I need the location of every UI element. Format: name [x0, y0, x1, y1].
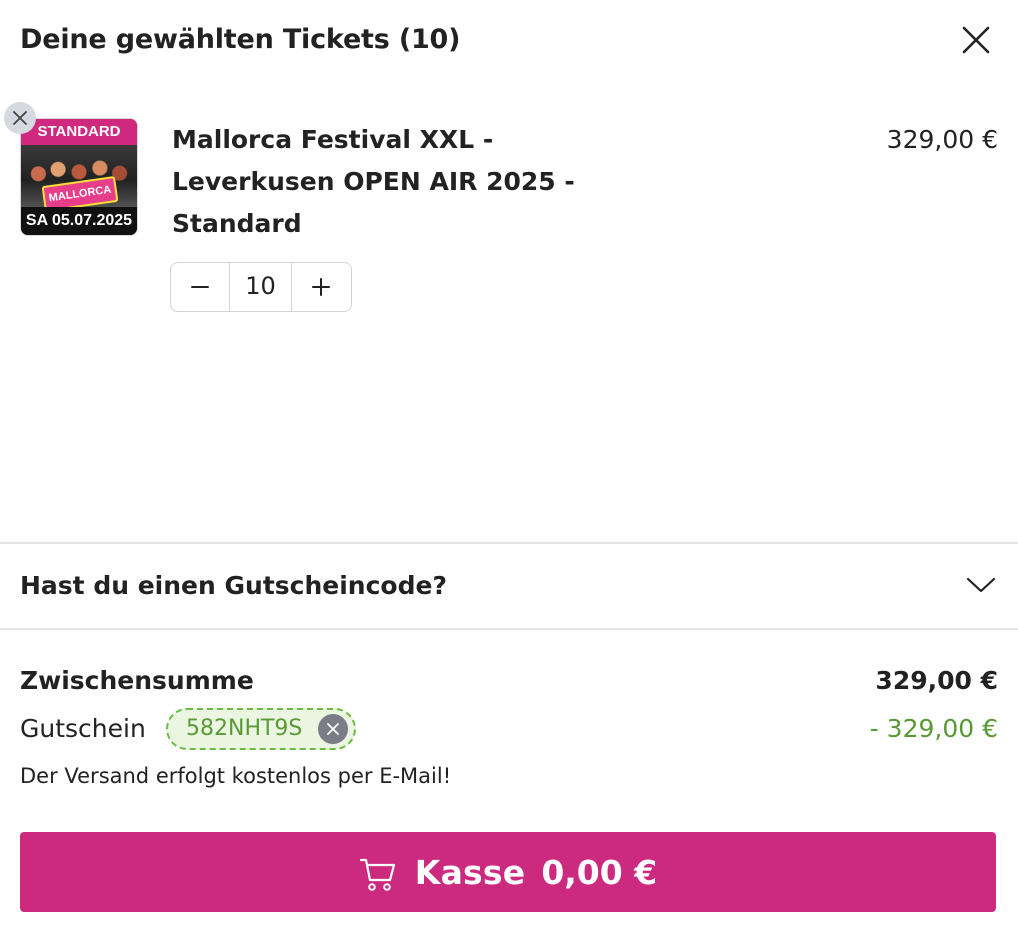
- page-title: Deine gewählten Tickets (10): [20, 24, 461, 55]
- totals-section: Zwischensumme 329,00 € Gutschein 582NHT9…: [20, 660, 998, 756]
- decrement-button[interactable]: [171, 263, 229, 311]
- quantity-value[interactable]: 10: [229, 263, 292, 311]
- increment-button[interactable]: [292, 263, 350, 311]
- subtotal-value: 329,00 €: [875, 666, 998, 695]
- close-icon: [962, 26, 990, 54]
- close-icon: [13, 111, 27, 125]
- chevron-down-icon: [966, 577, 996, 593]
- checkout-total: 0,00 €: [541, 852, 658, 892]
- checkout-label: Kasse: [414, 852, 526, 892]
- cart-icon: [359, 858, 395, 891]
- ticket-cart-panel: Deine gewählten Tickets (10) STANDARD MA…: [0, 0, 1018, 930]
- ticket-thumbnail: STANDARD MALLORCA SA 05.07.2025: [20, 118, 138, 236]
- cart-header: Deine gewählten Tickets (10): [20, 20, 998, 60]
- voucher-toggle-label: Hast du einen Gutscheincode?: [20, 571, 447, 600]
- close-button[interactable]: [960, 24, 992, 56]
- subtotal-row: Zwischensumme 329,00 €: [20, 660, 998, 708]
- voucher-toggle[interactable]: Hast du einen Gutscheincode?: [20, 545, 998, 627]
- voucher-chip: 582NHT9S: [166, 708, 357, 750]
- shipping-note: Der Versand erfolgt kostenlos per E-Mail…: [20, 764, 452, 788]
- quantity-stepper: 10: [170, 262, 352, 312]
- cart-item: STANDARD MALLORCA SA 05.07.2025 Mallorca…: [4, 102, 998, 318]
- plus-icon: [312, 278, 330, 296]
- close-icon: [327, 723, 340, 735]
- divider: [0, 542, 1018, 544]
- item-name: Mallorca Festival XXL - Leverkusen OPEN …: [172, 125, 575, 238]
- remove-voucher-button[interactable]: [318, 714, 349, 744]
- voucher-code: 582NHT9S: [186, 716, 303, 741]
- divider: [0, 628, 1018, 630]
- voucher-discount-value: - 329,00 €: [869, 714, 998, 743]
- remove-item-button[interactable]: [4, 102, 36, 134]
- voucher-label: Gutschein: [20, 714, 146, 743]
- minus-icon: [191, 286, 209, 288]
- checkout-button[interactable]: Kasse 0,00 €: [20, 832, 996, 912]
- thumbnail-category-label: STANDARD: [21, 119, 137, 145]
- thumbnail-date-label: SA 05.07.2025: [21, 207, 137, 235]
- voucher-row: Gutschein 582NHT9S - 329,00 €: [20, 708, 998, 756]
- subtotal-label: Zwischensumme: [20, 666, 254, 695]
- item-price: 329,00 €: [886, 125, 998, 154]
